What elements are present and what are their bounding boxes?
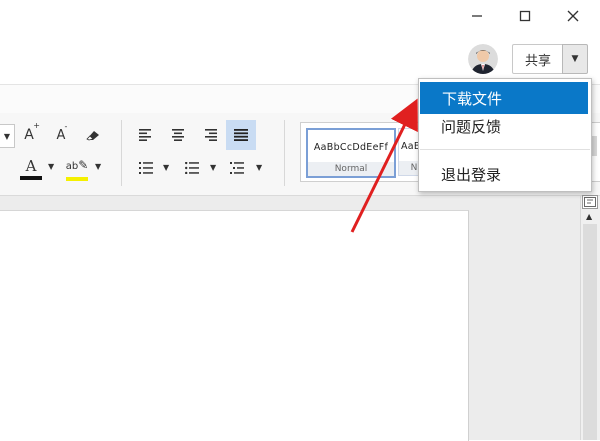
- arrow-line: [350, 98, 418, 233]
- annotation-arrow: [350, 98, 418, 233]
